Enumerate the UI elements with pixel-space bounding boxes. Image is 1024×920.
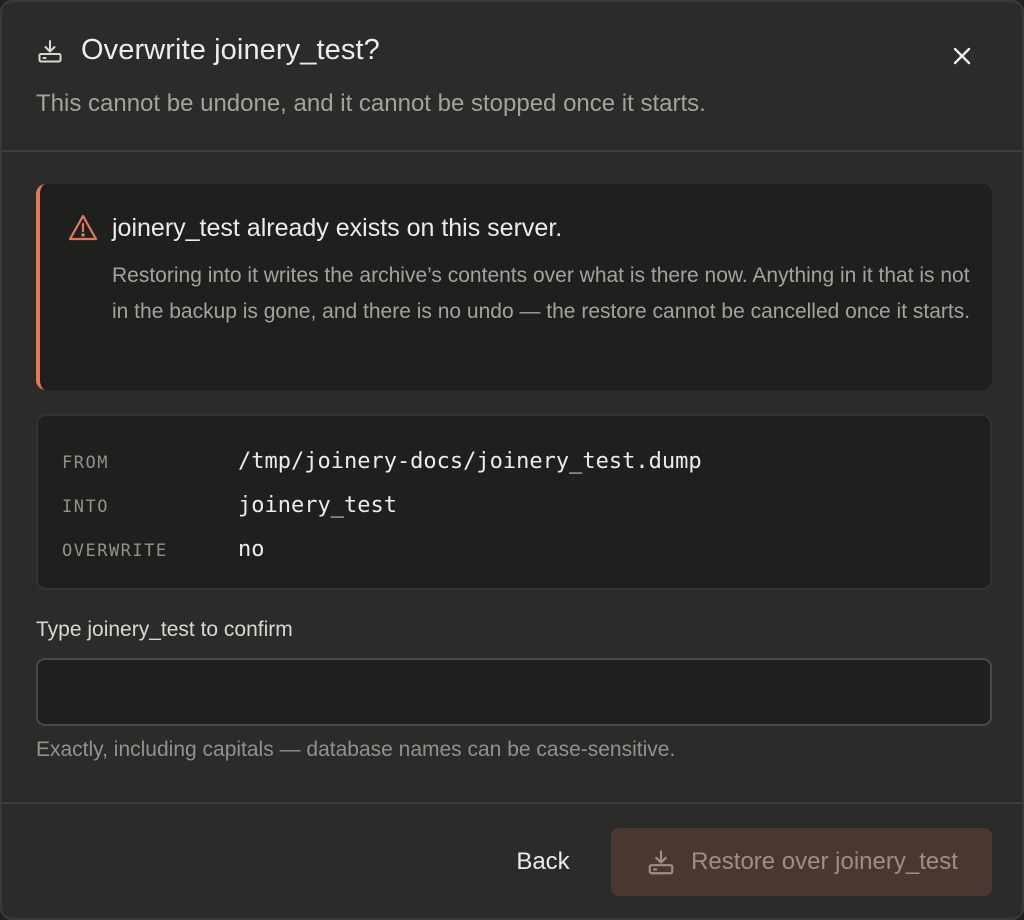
confirm-label: Type joinery_test to confirm (36, 618, 293, 641)
restore-button[interactable]: Restore over joinery_test (611, 828, 992, 896)
download-tray-icon (36, 37, 64, 65)
confirm-name-input[interactable] (36, 658, 992, 726)
restore-button-label: Restore over joinery_test (691, 848, 958, 875)
back-button[interactable]: Back (498, 828, 588, 896)
detail-key: OVERWRITE (62, 541, 168, 561)
detail-value: /tmp/joinery-docs/joinery_test.dump (238, 449, 702, 474)
detail-key: INTO (62, 497, 109, 517)
detail-value: no (238, 537, 265, 562)
dialog-title: Overwrite joinery_test? (81, 34, 380, 66)
detail-key: FROM (62, 453, 109, 473)
overwrite-warning: joinery_test already exists on this serv… (36, 184, 992, 390)
dialog-subtitle: This cannot be undone, and it cannot be … (36, 90, 706, 117)
warning-title: joinery_test already exists on this serv… (112, 214, 563, 242)
close-button[interactable] (948, 42, 976, 70)
restore-details: FROM /tmp/joinery-docs/joinery_test.dump… (36, 414, 992, 590)
title-row: Overwrite joinery_test? (36, 34, 380, 67)
detail-row-into: INTO joinery_test (62, 493, 397, 518)
restore-confirm-dialog: Overwrite joinery_test? This cannot be u… (0, 0, 1024, 920)
warning-body: Restoring into it writes the archive’s c… (112, 264, 971, 323)
detail-value: joinery_test (238, 493, 397, 518)
detail-row-from: FROM /tmp/joinery-docs/joinery_test.dump (62, 449, 702, 474)
detail-row-overwrite: OVERWRITE no (62, 537, 265, 562)
warning-triangle-icon (67, 212, 99, 244)
download-tray-icon (645, 846, 677, 878)
confirm-hint: Exactly, including capitals — database n… (36, 738, 676, 761)
close-icon (953, 47, 971, 65)
dialog-header: Overwrite joinery_test? This cannot be u… (2, 2, 1022, 152)
